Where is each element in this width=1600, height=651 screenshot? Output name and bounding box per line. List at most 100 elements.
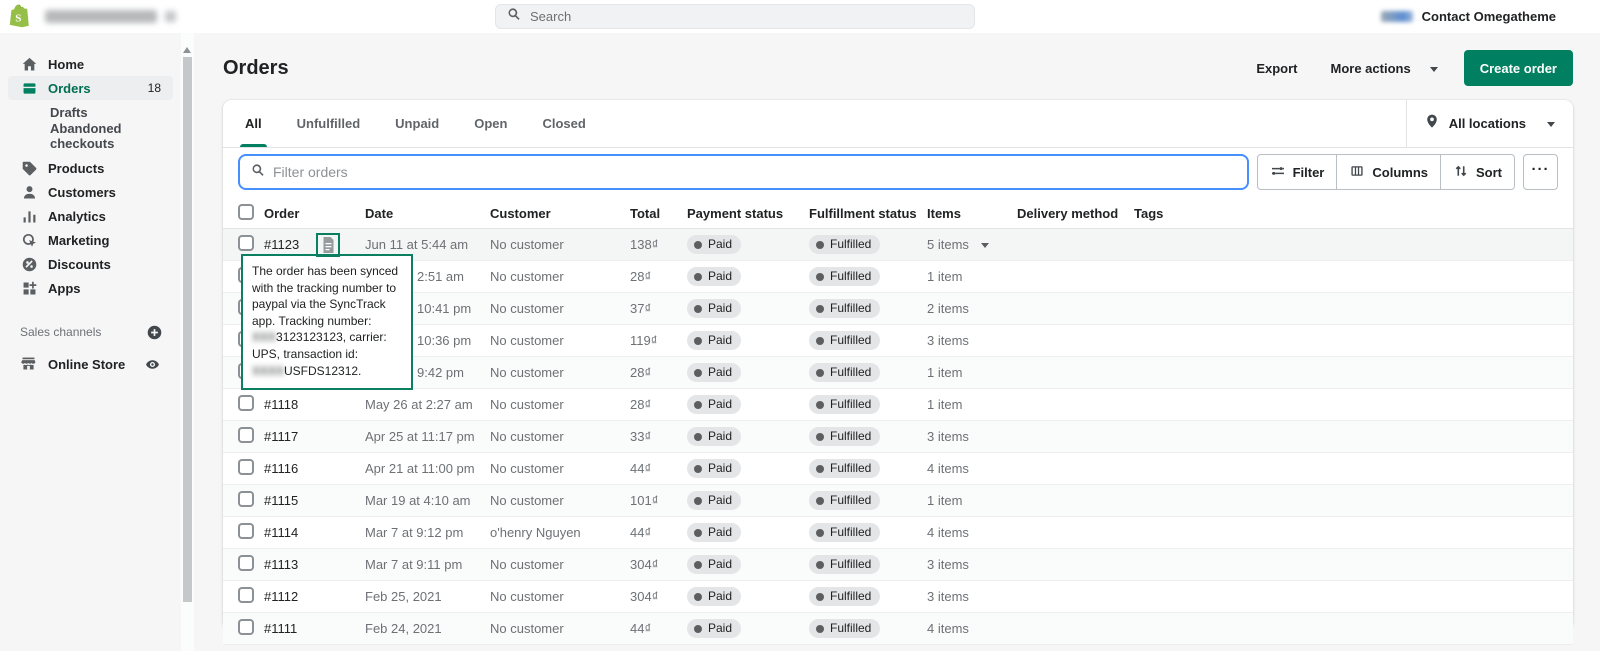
- order-total: 304₫: [630, 589, 687, 604]
- columns-button[interactable]: Columns: [1337, 154, 1441, 190]
- sidebar-item-apps[interactable]: Apps: [8, 276, 173, 300]
- export-button[interactable]: Export: [1247, 55, 1306, 82]
- table-row[interactable]: #1123Jun 11 at 5:44 amNo customer138₫Pai…: [223, 229, 1573, 261]
- table-row[interactable]: 10:36 pmNo customer119₫PaidFulfilled3 it…: [223, 325, 1573, 357]
- order-number[interactable]: #1123: [264, 233, 365, 257]
- more-actions-button[interactable]: More actions: [1322, 55, 1447, 82]
- scrollbar-thumb[interactable]: [183, 57, 192, 602]
- payment-status-badge: Paid: [687, 395, 741, 414]
- sidebar-item-online-store[interactable]: Online Store: [8, 352, 173, 376]
- payment-status-badge: Paid: [687, 235, 741, 254]
- table-row[interactable]: 9:42 pmNo customer28₫PaidFulfilled1 item: [223, 357, 1573, 389]
- table-row[interactable]: 2:51 amNo customer28₫PaidFulfilled1 item: [223, 261, 1573, 293]
- status-dot-icon: [816, 561, 824, 569]
- payment-status-badge: Paid: [687, 491, 741, 510]
- sidebar-item-products[interactable]: Products: [8, 156, 173, 180]
- row-checkbox[interactable]: [238, 587, 264, 606]
- global-search[interactable]: [495, 4, 975, 29]
- order-items: 4 items: [927, 525, 1017, 540]
- scroll-up-arrow-icon[interactable]: [183, 43, 191, 53]
- contact-area[interactable]: Contact Omegatheme: [1381, 0, 1556, 33]
- order-number[interactable]: #1117: [264, 429, 365, 444]
- tab-unfulfilled[interactable]: Unfulfilled: [285, 100, 373, 147]
- marketing-icon: [20, 231, 38, 249]
- sort-button[interactable]: Sort: [1441, 154, 1515, 190]
- table-row[interactable]: #1118May 26 at 2:27 amNo customer28₫Paid…: [223, 389, 1573, 421]
- row-checkbox[interactable]: [238, 235, 264, 254]
- tab-closed[interactable]: Closed: [530, 100, 597, 147]
- order-number[interactable]: #1111: [264, 621, 365, 636]
- filter-button[interactable]: Filter: [1257, 154, 1338, 190]
- table-row[interactable]: #1115Mar 19 at 4:10 amNo customer101₫Pai…: [223, 485, 1573, 517]
- order-items: 3 items: [927, 557, 1017, 572]
- row-checkbox[interactable]: [238, 395, 264, 414]
- order-total: 28₫: [630, 397, 687, 412]
- order-number[interactable]: #1113: [264, 557, 365, 572]
- add-channel-icon[interactable]: [146, 324, 163, 341]
- order-date: Apr 21 at 11:00 pm: [365, 461, 490, 476]
- sidebar-scrollbar[interactable]: [181, 33, 194, 651]
- svg-text:S: S: [15, 13, 21, 25]
- sidebar-item-home[interactable]: Home: [8, 52, 173, 76]
- sidebar-item-customers[interactable]: Customers: [8, 180, 173, 204]
- tab-unpaid[interactable]: Unpaid: [383, 100, 451, 147]
- sidebar-item-abandoned-checkouts[interactable]: Abandoned checkouts: [8, 124, 173, 148]
- create-order-button[interactable]: Create order: [1464, 50, 1573, 86]
- order-items: 1 item: [927, 365, 1017, 380]
- order-total: 119₫: [630, 333, 687, 348]
- row-checkbox[interactable]: [238, 459, 264, 478]
- status-dot-icon: [816, 337, 824, 345]
- status-dot-icon: [694, 497, 702, 505]
- global-search-input[interactable]: [530, 9, 964, 24]
- order-customer: No customer: [490, 269, 630, 284]
- table-row[interactable]: #1114Mar 7 at 9:12 pmo'henry Nguyen44₫Pa…: [223, 517, 1573, 549]
- location-label: All locations: [1449, 116, 1526, 131]
- row-checkbox[interactable]: [238, 523, 264, 542]
- row-checkbox[interactable]: [238, 427, 264, 446]
- fulfillment-status: Fulfilled: [809, 427, 927, 446]
- status-dot-icon: [694, 625, 702, 633]
- fulfillment-status-badge: Fulfilled: [809, 235, 880, 254]
- row-checkbox[interactable]: [238, 491, 264, 510]
- location-filter[interactable]: All locations: [1406, 100, 1573, 147]
- synctrack-note-icon[interactable]: [316, 233, 340, 257]
- table-row[interactable]: #1117Apr 25 at 11:17 pmNo customer33₫Pai…: [223, 421, 1573, 453]
- select-all-checkbox[interactable]: [238, 204, 264, 223]
- payment-status-badge: Paid: [687, 459, 741, 478]
- fulfillment-status: Fulfilled: [809, 587, 927, 606]
- order-number[interactable]: #1115: [264, 493, 365, 508]
- table-row[interactable]: #1111Feb 24, 2021No customer44₫PaidFulfi…: [223, 613, 1573, 645]
- storefront-icon: [20, 355, 38, 373]
- orders-card: All UnfulfilledUnpaidOpenClosed All locat…: [223, 100, 1573, 630]
- order-number[interactable]: #1112: [264, 589, 365, 604]
- contact-label[interactable]: Contact Omegatheme: [1422, 9, 1556, 24]
- order-number[interactable]: #1114: [264, 525, 365, 540]
- row-checkbox[interactable]: [238, 555, 264, 574]
- sidebar-item-marketing[interactable]: Marketing: [8, 228, 173, 252]
- row-checkbox[interactable]: [238, 619, 264, 638]
- table-row[interactable]: #1113Mar 7 at 9:11 pmNo customer304₫Paid…: [223, 549, 1573, 581]
- filter-orders-field[interactable]: [238, 154, 1249, 190]
- analytics-icon: [20, 207, 38, 225]
- sidebar-item-discounts[interactable]: Discounts: [8, 252, 173, 276]
- redacted-text: XXX: [252, 330, 276, 344]
- order-customer: No customer: [490, 621, 630, 636]
- column-header: Order: [264, 206, 365, 221]
- table-row[interactable]: 10:41 pmNo customer37₫PaidFulfilled2 ite…: [223, 293, 1573, 325]
- tab-open[interactable]: Open: [462, 100, 519, 147]
- chevron-down-icon[interactable]: [981, 243, 989, 252]
- table-row[interactable]: #1112Feb 25, 2021No customer304₫PaidFulf…: [223, 581, 1573, 613]
- store-name-redacted[interactable]: [45, 10, 157, 23]
- more-options-button[interactable]: ···: [1523, 154, 1558, 190]
- sidebar-item-orders[interactable]: Orders18: [8, 76, 173, 100]
- table-row[interactable]: #1116Apr 21 at 11:00 pmNo customer44₫Pai…: [223, 453, 1573, 485]
- payment-status: Paid: [687, 299, 809, 318]
- chevron-down-icon: [1547, 122, 1555, 131]
- filter-orders-input[interactable]: [273, 164, 1237, 180]
- shopify-logo-icon[interactable]: S: [8, 4, 31, 29]
- sidebar-item-analytics[interactable]: Analytics: [8, 204, 173, 228]
- order-number[interactable]: #1116: [264, 461, 365, 476]
- eye-icon[interactable]: [144, 356, 161, 373]
- order-number[interactable]: #1118: [264, 397, 365, 412]
- tab-all[interactable]: All: [233, 100, 274, 147]
